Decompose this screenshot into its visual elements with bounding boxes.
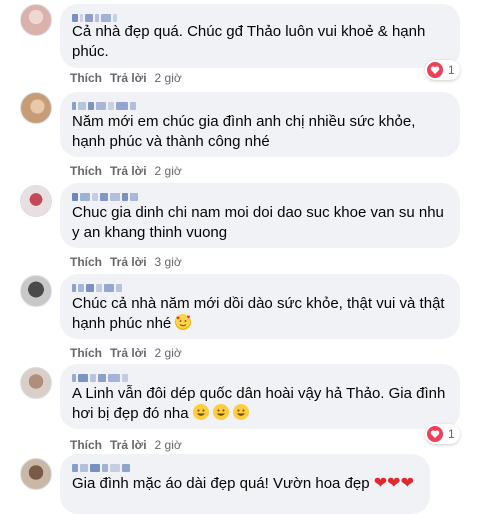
grinning-face-icon <box>212 404 229 420</box>
reply-link[interactable]: Trả lời <box>110 71 147 85</box>
reaction-count: 1 <box>448 427 455 441</box>
comment-bubble: Gia đình mặc áo dài đẹp quá! Vườn hoa đẹ… <box>60 454 430 514</box>
comment-actions: Thích Trả lời 3 giờ <box>70 255 182 269</box>
like-link[interactable]: Thích <box>70 346 102 360</box>
like-link[interactable]: Thích <box>70 71 102 85</box>
comment-text-content: Chúc cả nhà năm mới dồi dào sức khỏe, th… <box>72 295 445 332</box>
reply-link[interactable]: Trả lời <box>110 255 147 269</box>
comment-actions: Thích Trả lời 2 giờ <box>70 438 182 452</box>
avatar[interactable] <box>20 458 52 490</box>
reaction-badge[interactable]: 1 <box>425 60 460 80</box>
blurred-author-name[interactable] <box>72 99 448 113</box>
avatar[interactable] <box>20 185 52 217</box>
comment-bubble: Chúc cả nhà năm mới dồi dào sức khỏe, th… <box>60 274 460 339</box>
comment-actions: Thích Trả lời 2 giờ <box>70 164 182 178</box>
like-link[interactable]: Thích <box>70 255 102 269</box>
blurred-author-name[interactable] <box>72 371 448 385</box>
like-link[interactable]: Thích <box>70 438 102 452</box>
comment-bubble: Chuc gia dinh chi nam moi doi dao suc kh… <box>60 183 460 248</box>
timestamp[interactable]: 2 giờ <box>155 164 182 178</box>
blurred-author-name[interactable] <box>72 461 418 475</box>
like-link[interactable]: Thích <box>70 164 102 178</box>
timestamp[interactable]: 3 giờ <box>155 255 182 269</box>
grinning-face-icon <box>192 404 209 420</box>
reply-link[interactable]: Trả lời <box>110 438 147 452</box>
reply-link[interactable]: Trả lời <box>110 346 147 360</box>
comment-text: Cả nhà đẹp quá. Chúc gđ Thảo luôn vui kh… <box>72 23 426 60</box>
reaction-count: 1 <box>448 63 455 77</box>
comment-text: Năm mới em chúc gia đình anh chị nhiều s… <box>72 113 416 150</box>
red-heart-icon: ❤❤❤ <box>373 475 414 492</box>
heart-icon <box>427 62 443 78</box>
timestamp[interactable]: 2 giờ <box>155 438 182 452</box>
reply-link[interactable]: Trả lời <box>110 164 147 178</box>
comment-text: A Linh vẫn đôi dép quốc dân hoài vậy hả … <box>72 384 448 424</box>
smiling-face-with-hearts-icon <box>175 314 192 330</box>
comment-text: Gia đình mặc áo dài đẹp quá! Vườn hoa đẹ… <box>72 474 418 494</box>
reaction-badge[interactable]: 1 <box>425 424 460 444</box>
avatar[interactable] <box>20 367 52 399</box>
comment-text-content: Gia đình mặc áo dài đẹp quá! Vườn hoa đẹ… <box>72 475 370 492</box>
blurred-author-name[interactable] <box>72 281 448 295</box>
timestamp[interactable]: 2 giờ <box>155 71 182 85</box>
blurred-author-name[interactable] <box>72 190 448 204</box>
timestamp[interactable]: 2 giờ <box>155 346 182 360</box>
comment-bubble: Cả nhà đẹp quá. Chúc gđ Thảo luôn vui kh… <box>60 4 460 68</box>
comment-actions: Thích Trả lời 2 giờ <box>70 346 182 360</box>
comment-actions: Thích Trả lời 2 giờ <box>70 71 182 85</box>
grinning-face-icon <box>233 404 250 420</box>
avatar[interactable] <box>20 275 52 307</box>
comment-text-content: A Linh vẫn đôi dép quốc dân hoài vậy hả … <box>72 385 446 422</box>
heart-icon <box>427 426 443 442</box>
comment-text: Chuc gia dinh chi nam moi doi dao suc kh… <box>72 204 444 241</box>
comment-bubble: Năm mới em chúc gia đình anh chị nhiều s… <box>60 92 460 157</box>
avatar[interactable] <box>20 4 52 36</box>
avatar[interactable] <box>20 92 52 124</box>
comment-bubble: A Linh vẫn đôi dép quốc dân hoài vậy hả … <box>60 364 460 429</box>
comment-text: Chúc cả nhà năm mới dồi dào sức khỏe, th… <box>72 294 448 334</box>
